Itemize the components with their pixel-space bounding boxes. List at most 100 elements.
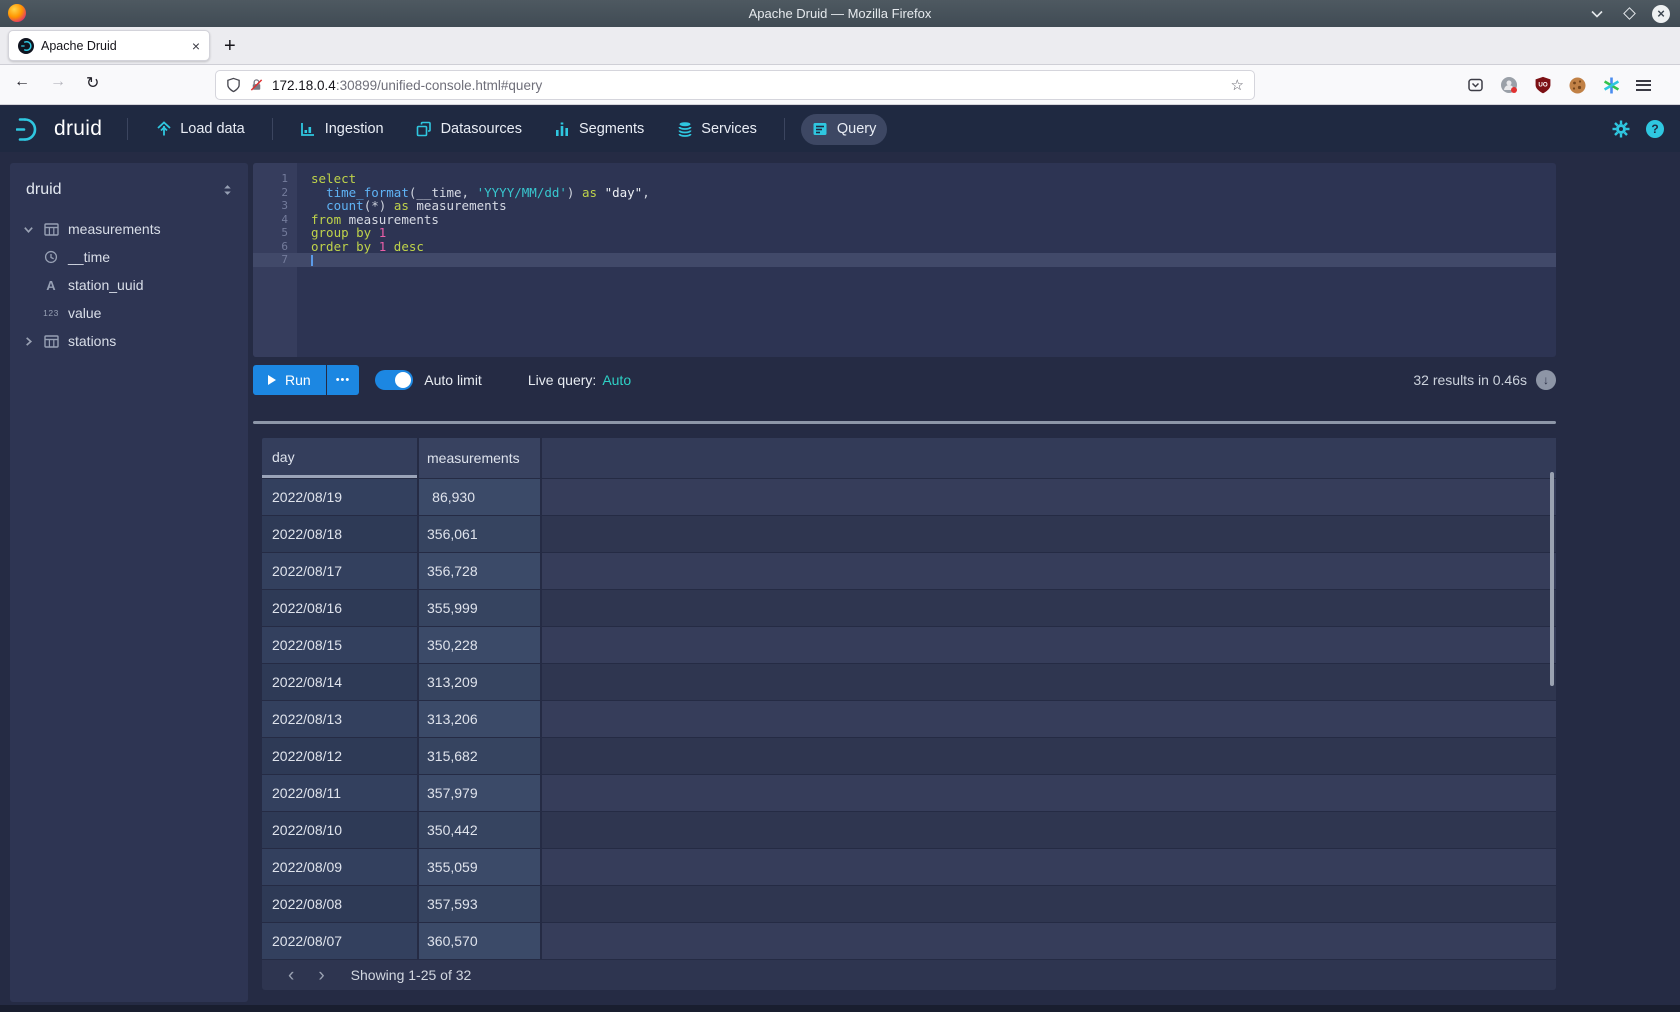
table-row: 2022/08/12315,682 [262,738,1556,774]
cell-day[interactable]: 2022/08/17 [262,553,417,589]
live-query-value[interactable]: Auto [602,372,631,388]
chevron-down-icon[interactable] [20,224,36,235]
druid-favicon [18,38,34,54]
cell-day[interactable]: 2022/08/09 [262,849,417,885]
cell-empty [542,849,1556,885]
chevron-right-icon[interactable] [20,336,36,347]
previous-page-icon[interactable]: ‹ [276,966,306,985]
table-scrollbar[interactable] [1550,472,1554,686]
nav-item-datasources[interactable]: Datasources [405,114,533,145]
new-tab-button[interactable]: + [224,36,236,56]
column-header-measurements[interactable]: measurements [419,438,540,478]
browser-tab[interactable]: Apache Druid × [8,30,210,61]
cell-measurements[interactable]: 355,999 [419,590,540,626]
cell-empty [542,738,1556,774]
nav-label: Query [837,121,877,137]
table-row: 2022/08/14313,209 [262,664,1556,700]
tab-close-icon[interactable]: × [192,39,200,53]
cell-measurements[interactable]: 313,206 [419,701,540,737]
cell-measurements[interactable]: 357,593 [419,886,540,922]
nav-item-services[interactable]: Services [665,114,768,145]
cell-measurements[interactable]: 350,228 [419,627,540,663]
cell-day[interactable]: 2022/08/11 [262,775,417,811]
settings-gear-icon[interactable] [1611,119,1631,139]
cell-day[interactable]: 2022/08/15 [262,627,417,663]
cell-measurements[interactable]: 357,979 [419,775,540,811]
cookie-icon[interactable] [1566,74,1588,96]
cell-measurements[interactable]: 360,570 [419,923,540,959]
column-header-empty [542,438,1556,478]
window-minimize-icon[interactable] [1588,5,1606,23]
cell-measurements[interactable]: 315,682 [419,738,540,774]
cell-measurements[interactable]: 86,930 [419,479,540,515]
cell-day[interactable]: 2022/08/14 [262,664,417,700]
cell-empty [542,664,1556,700]
window-maximize-icon[interactable] [1620,5,1638,23]
cell-measurements[interactable]: 355,059 [419,849,540,885]
services-icon [676,121,693,138]
code-line: 3 count(*) as measurements [253,199,1556,213]
firefox-window: Apache Druid — Mozilla Firefox × Apache … [0,0,1680,1012]
browser-toolbar: ← → ↻ 172.18.0.4:30899/unified-console.h… [0,65,1680,105]
svg-text:UO: UO [1538,82,1547,89]
window-close-icon[interactable]: × [1652,5,1670,23]
back-button[interactable]: ← [14,73,30,91]
menu-icon[interactable] [1636,74,1658,96]
tree-item-stations[interactable]: stations [10,327,248,355]
next-page-icon[interactable]: › [306,966,336,985]
cell-measurements[interactable]: 356,728 [419,553,540,589]
tree-item-measurements[interactable]: measurements [10,215,248,243]
cell-day[interactable]: 2022/08/18 [262,516,417,552]
query-status-text: 32 results in 0.46s [1413,372,1527,388]
bookmark-star-icon[interactable]: ☆ [1231,76,1244,94]
cell-day[interactable]: 2022/08/08 [262,886,417,922]
tree-item-value[interactable]: 123 value [10,299,248,327]
extension-icon[interactable] [1498,74,1520,96]
download-icon[interactable]: ↓ [1536,370,1556,390]
shield-icon[interactable] [226,77,241,93]
play-icon [268,375,276,385]
forward-button[interactable]: → [50,73,66,91]
column-header-day[interactable]: day [262,438,417,478]
cell-measurements[interactable]: 350,442 [419,812,540,848]
datasources-icon [416,121,433,138]
cell-empty [542,886,1556,922]
cell-empty [542,627,1556,663]
toggle-knob [395,372,411,388]
table-row: 2022/08/18356,061 [262,516,1556,552]
nav-item-segments[interactable]: Segments [543,114,655,145]
auto-limit-toggle[interactable] [375,370,413,390]
sort-icon[interactable] [221,183,234,197]
reload-button[interactable]: ↻ [86,73,99,93]
insecure-lock-icon[interactable] [249,77,264,93]
load-data-icon [155,121,172,138]
panel-resize-handle[interactable] [253,421,1556,424]
cell-day[interactable]: 2022/08/12 [262,738,417,774]
tree-item-time[interactable]: __time [10,243,248,271]
nav-item-ingestion[interactable]: Ingestion [289,114,395,145]
navbar-divider [272,118,273,140]
nav-item-query[interactable]: Query [801,114,888,145]
cell-empty [542,479,1556,515]
cell-day[interactable]: 2022/08/19 [262,479,417,515]
tree-item-station-uuid[interactable]: A station_uuid [10,271,248,299]
cell-day[interactable]: 2022/08/16 [262,590,417,626]
tab-title: Apache Druid [41,39,185,53]
table-icon [42,223,60,236]
druid-logo[interactable]: druid [16,116,102,143]
sql-editor[interactable]: 1select2 time_format(__time, 'YYYY/MM/dd… [253,163,1556,357]
cell-day[interactable]: 2022/08/10 [262,812,417,848]
asterisk-extension-icon[interactable] [1600,74,1622,96]
cell-measurements[interactable]: 356,061 [419,516,540,552]
cell-day[interactable]: 2022/08/07 [262,923,417,959]
pocket-icon[interactable] [1464,74,1486,96]
cell-day[interactable]: 2022/08/13 [262,701,417,737]
nav-item-load-data[interactable]: Load data [144,114,256,145]
run-button[interactable]: Run [253,365,326,395]
url-bar[interactable]: 172.18.0.4:30899/unified-console.html#qu… [215,70,1255,100]
pagination-bar: ‹ › Showing 1-25 of 32 [262,960,1556,990]
help-icon[interactable]: ? [1646,120,1664,138]
cell-measurements[interactable]: 313,209 [419,664,540,700]
run-more-button[interactable]: ••• [327,365,360,395]
ublock-icon[interactable]: UO [1532,74,1554,96]
